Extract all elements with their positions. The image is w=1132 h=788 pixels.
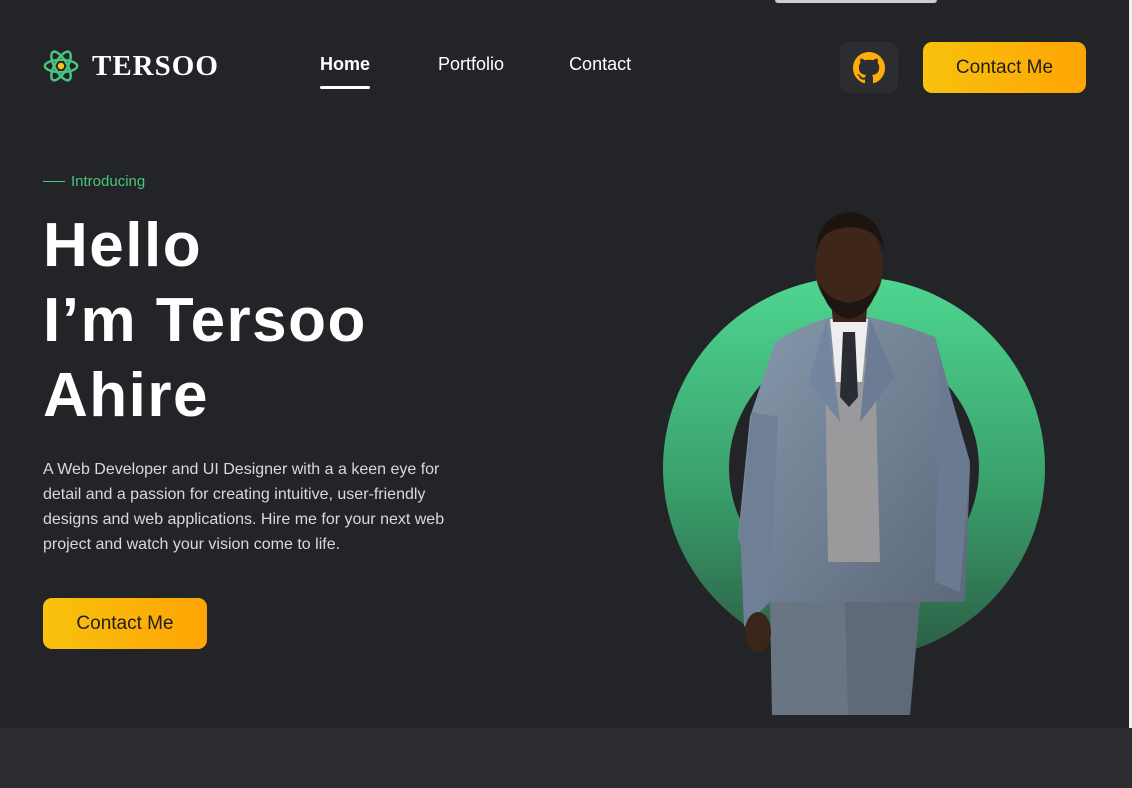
contact-me-button-hero[interactable]: Contact Me (43, 598, 207, 649)
react-atom-icon (43, 50, 79, 82)
intro-text: Introducing (71, 173, 146, 190)
hero-headline: Hello I’m Tersoo Ahire (43, 208, 367, 433)
nav-home[interactable]: Home (320, 54, 371, 89)
headline-line-2: I’m Tersoo (43, 286, 367, 355)
brand-name: TERSOO (92, 49, 219, 82)
headline-line-3: Ahire (43, 361, 209, 430)
next-section (0, 728, 1132, 788)
headline-line-1: Hello (43, 211, 203, 280)
contact-me-button-header[interactable]: Contact Me (923, 42, 1086, 93)
github-button[interactable] (840, 42, 898, 93)
window-top-tab (775, 0, 937, 3)
portrait-image (738, 212, 970, 715)
brand-logo[interactable]: TERSOO (42, 47, 219, 85)
github-icon (853, 51, 885, 83)
intro-label: Introducing (43, 173, 145, 190)
intro-divider (43, 181, 65, 182)
nav-portfolio[interactable]: Portfolio (438, 54, 504, 89)
hero-description: A Web Developer and UI Designer with a a… (43, 461, 445, 553)
nav-contact[interactable]: Contact (569, 54, 631, 89)
main-nav: Home Portfolio Contact (320, 54, 631, 89)
